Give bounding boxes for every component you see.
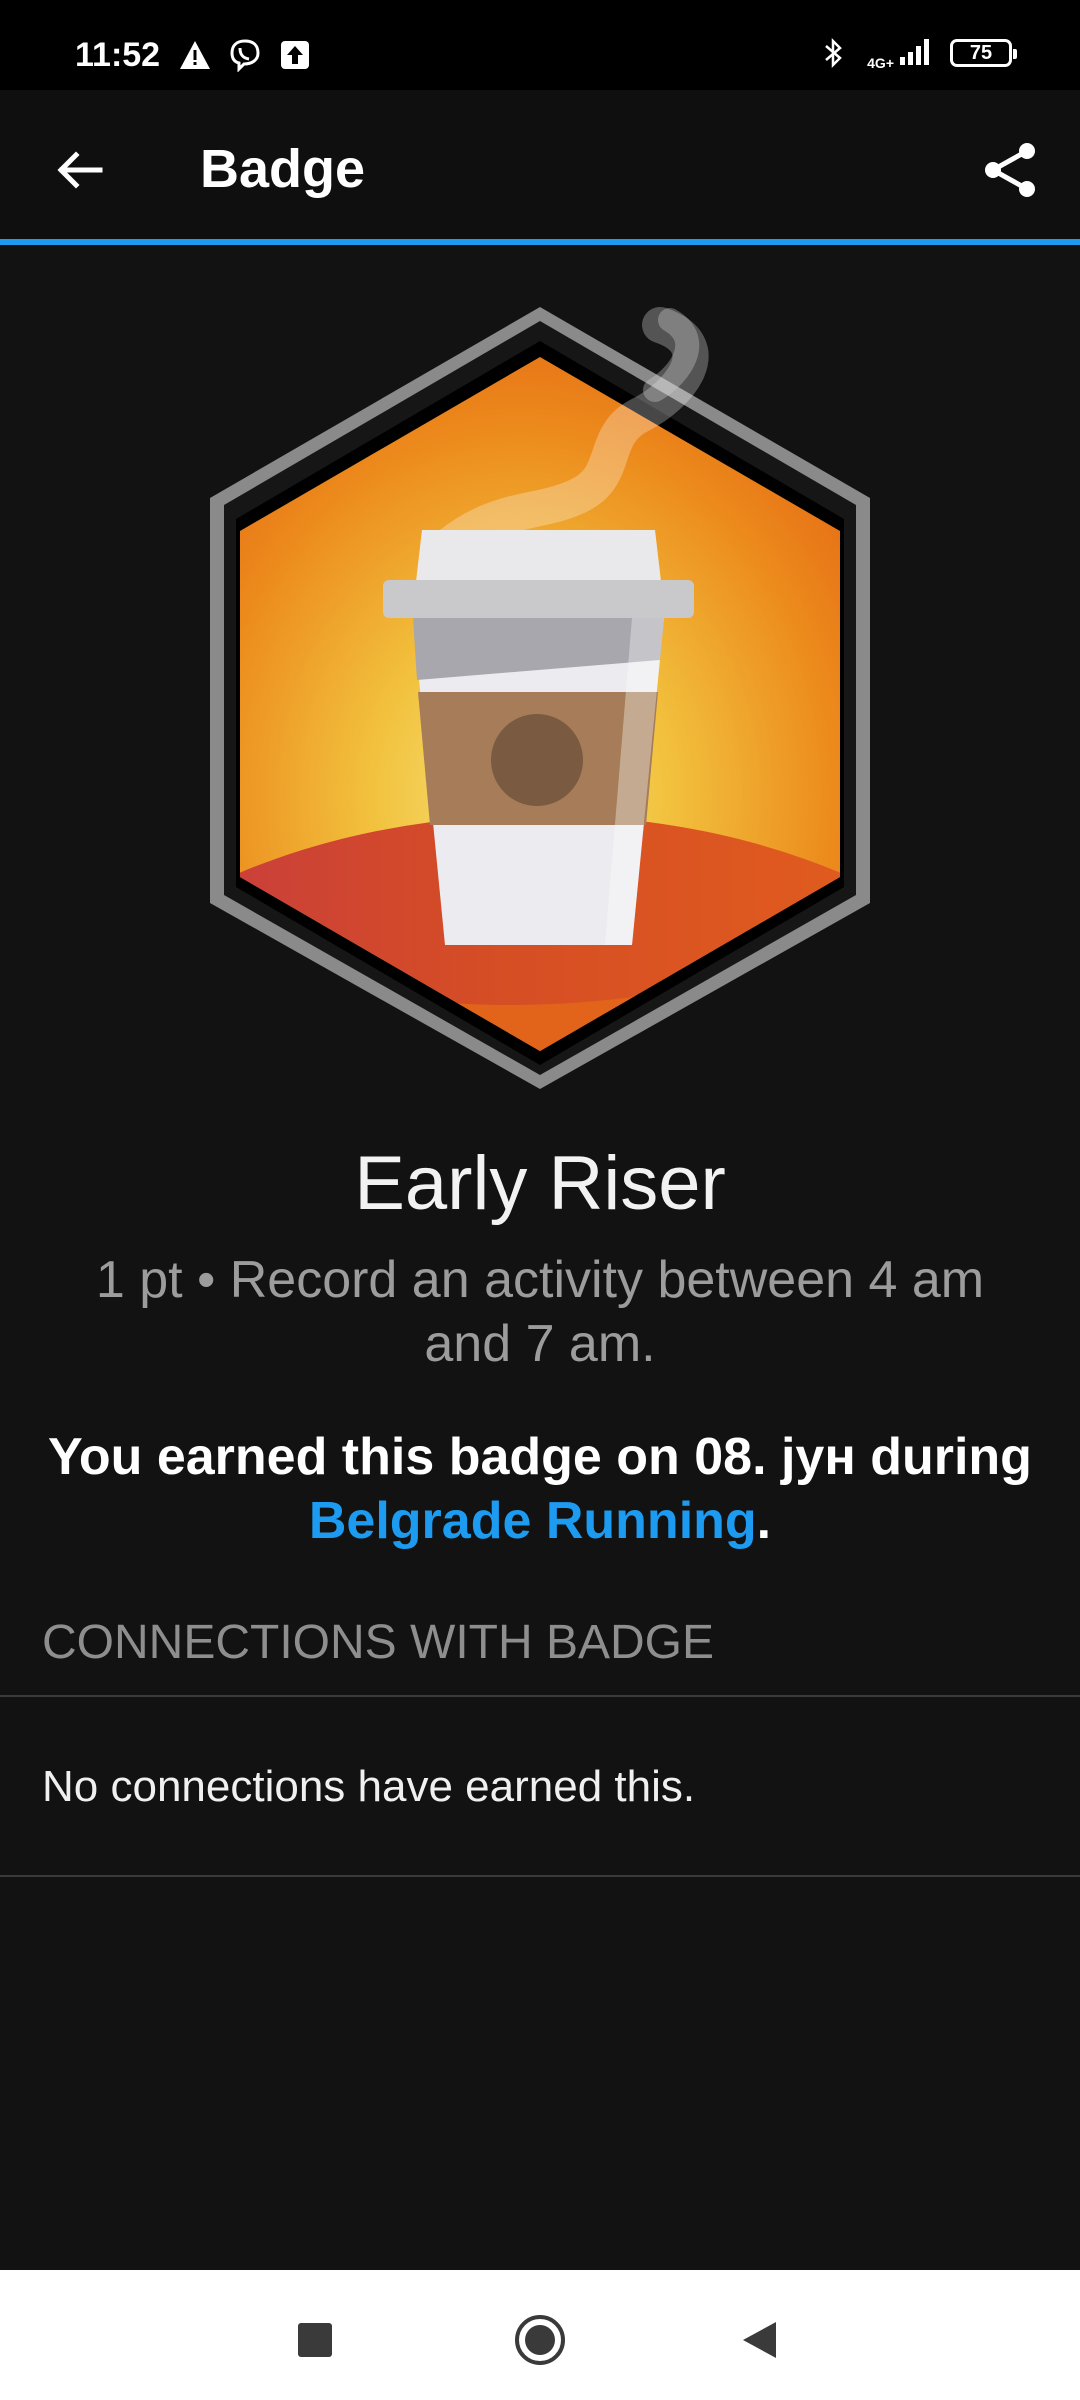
share-button[interactable] [970,130,1050,210]
system-nav-bar [0,2270,1080,2400]
viber-icon [228,38,262,72]
nav-back-button[interactable] [715,2300,805,2380]
badge-name: Early Riser [354,1141,726,1226]
network-type-label: 4G+ [867,54,894,71]
signal-icon [898,37,934,70]
recents-button[interactable] [270,2300,360,2380]
page-title: Badge [200,139,366,199]
earned-info: You earned this badge on 08. јун during … [40,1425,1040,1553]
status-time: 11:52 [75,36,161,74]
status-bar: 11:52 4G+ 75 [0,0,1080,90]
badge-image [200,305,880,1095]
battery-indicator: 75 [950,39,1017,67]
arrow-left-icon [57,151,103,189]
activity-link[interactable]: Belgrade Running [309,1492,757,1550]
earned-suffix: . [756,1492,772,1550]
square-icon [298,2323,332,2357]
triangle-back-icon [743,2322,776,2358]
badge-description: 1 pt • Record an activity between 4 am a… [95,1251,985,1373]
home-button[interactable] [495,2300,585,2380]
app-bar: Badge [0,90,1080,245]
circle-icon [515,2315,565,2365]
battery-level: 75 [969,41,993,64]
connections-section-title: CONNECTIONS WITH BADGE [42,1616,715,1669]
back-button[interactable] [40,130,120,210]
share-icon [985,143,1035,197]
warning-icon [178,38,212,72]
bluetooth-icon [817,36,851,70]
earned-text: You earned this badge on 08. јун during [48,1428,1032,1486]
divider [0,1875,1080,1877]
divider [0,1695,1080,1697]
no-connections-message: No connections have earned this. [42,1762,696,1811]
upload-icon [278,38,312,72]
